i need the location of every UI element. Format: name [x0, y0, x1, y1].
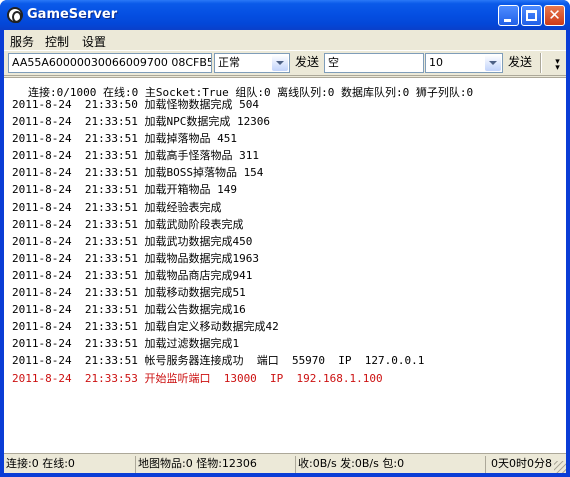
count-select-value: 10 — [429, 56, 443, 69]
log-line: 2011-8-24 21:33:51 加载武勋阶段表完成 — [12, 217, 244, 231]
packet-input[interactable]: AA55A60000030066009700 08CFB5CDB3C — [8, 53, 212, 73]
toolbar-separator — [540, 53, 542, 73]
maximize-icon — [526, 10, 537, 21]
maximize-button[interactable] — [521, 5, 542, 26]
dropdown-arrow-icon[interactable] — [272, 55, 288, 71]
status-traffic: 收:0B/s 发:0B/s 包:0 — [296, 456, 486, 473]
minimize-button[interactable] — [498, 5, 519, 26]
mode-select[interactable]: 正常 — [214, 53, 290, 73]
log-line: 2011-8-24 21:33:50 加载怪物数据完成 504 — [12, 98, 259, 111]
log-line: 2011-8-24 21:33:51 帐号服务器连接成功 端口 55970 IP… — [12, 354, 425, 368]
log-line: 2011-8-24 21:33:51 加载物品商店完成941 — [12, 268, 253, 282]
close-button[interactable]: ✕ — [544, 5, 565, 26]
dropdown-arrow-icon[interactable] — [485, 55, 501, 71]
log-line: 2011-8-24 21:33:51 加载物品数据完成1963 — [12, 251, 259, 265]
log-line: 2011-8-24 21:33:51 加载公告数据完成16 — [12, 303, 246, 317]
status-map-items: 地图物品:0 怪物:12306 — [136, 456, 296, 473]
send-button-2[interactable]: 发送 — [504, 53, 536, 73]
log-line: 2011-8-24 21:33:51 加载掉落物品 451 — [12, 132, 237, 146]
app-icon[interactable] — [7, 7, 23, 23]
log-line: 2011-8-24 21:33:51 加载过滤数据完成1 — [12, 337, 240, 351]
status-bar: 连接:0 在线:0 地图物品:0 怪物:12306 收:0B/s 发:0B/s … — [4, 453, 566, 473]
minimize-icon — [504, 19, 511, 22]
chevron-double-down-icon[interactable]: ▾ ▾ — [553, 58, 562, 73]
client-area: 服务 控制 设置 AA55A60000030066009700 08CFB5CD… — [4, 30, 566, 473]
menu-control[interactable]: 控制 — [45, 33, 69, 50]
gameserver-window: GameServer ✕ 服务 控制 设置 AA55A6000003006600… — [0, 0, 570, 477]
toolbar: AA55A60000030066009700 08CFB5CDB3C 正常 发送… — [4, 50, 566, 76]
log-line: 2011-8-24 21:33:51 加载高手怪落物品 311 — [12, 149, 259, 163]
log-line: 2011-8-24 21:33:51 加载经验表完成 — [12, 200, 222, 214]
menu-settings[interactable]: 设置 — [82, 33, 106, 50]
log-line: 2011-8-24 21:33:51 加载自定义移动数据完成42 — [12, 320, 279, 334]
resize-grip-icon[interactable] — [554, 461, 566, 473]
log-list: 2011-8-24 21:33:50 加载怪物数据完成 504 2011-8-24… — [12, 96, 424, 387]
mode-select-value: 正常 — [218, 56, 240, 69]
menu-bar: 服务 控制 设置 — [4, 30, 566, 50]
close-icon: ✕ — [548, 6, 561, 24]
log-line: 2011-8-24 21:33:51 加载NPC数据完成 12306 — [12, 115, 271, 129]
log-line: 2011-8-24 21:33:53 开始监听端口 13000 IP 192.1… — [12, 371, 383, 385]
status-connections: 连接:0 在线:0 — [4, 456, 136, 473]
log-line: 2011-8-24 21:33:51 加载移动数据完成51 — [12, 286, 246, 300]
text-input[interactable]: 空 — [324, 53, 424, 73]
window-title: GameServer — [27, 7, 118, 22]
title-bar[interactable]: GameServer ✕ — [0, 0, 570, 30]
log-line: 2011-8-24 21:33:51 加载武功数据完成450 — [12, 234, 253, 248]
log-line: 2011-8-24 21:33:51 加载BOSS掉落物品 154 — [12, 166, 264, 180]
log-line: 2011-8-24 21:33:51 加载开箱物品 149 — [12, 183, 237, 197]
send-button[interactable]: 发送 — [291, 53, 323, 73]
log-pane[interactable]: 连接:0/1000 在线:0 主Socket:True 组队:0 离线队列:0 … — [4, 77, 566, 453]
count-select[interactable]: 10 — [425, 53, 503, 73]
menu-service[interactable]: 服务 — [10, 33, 34, 50]
